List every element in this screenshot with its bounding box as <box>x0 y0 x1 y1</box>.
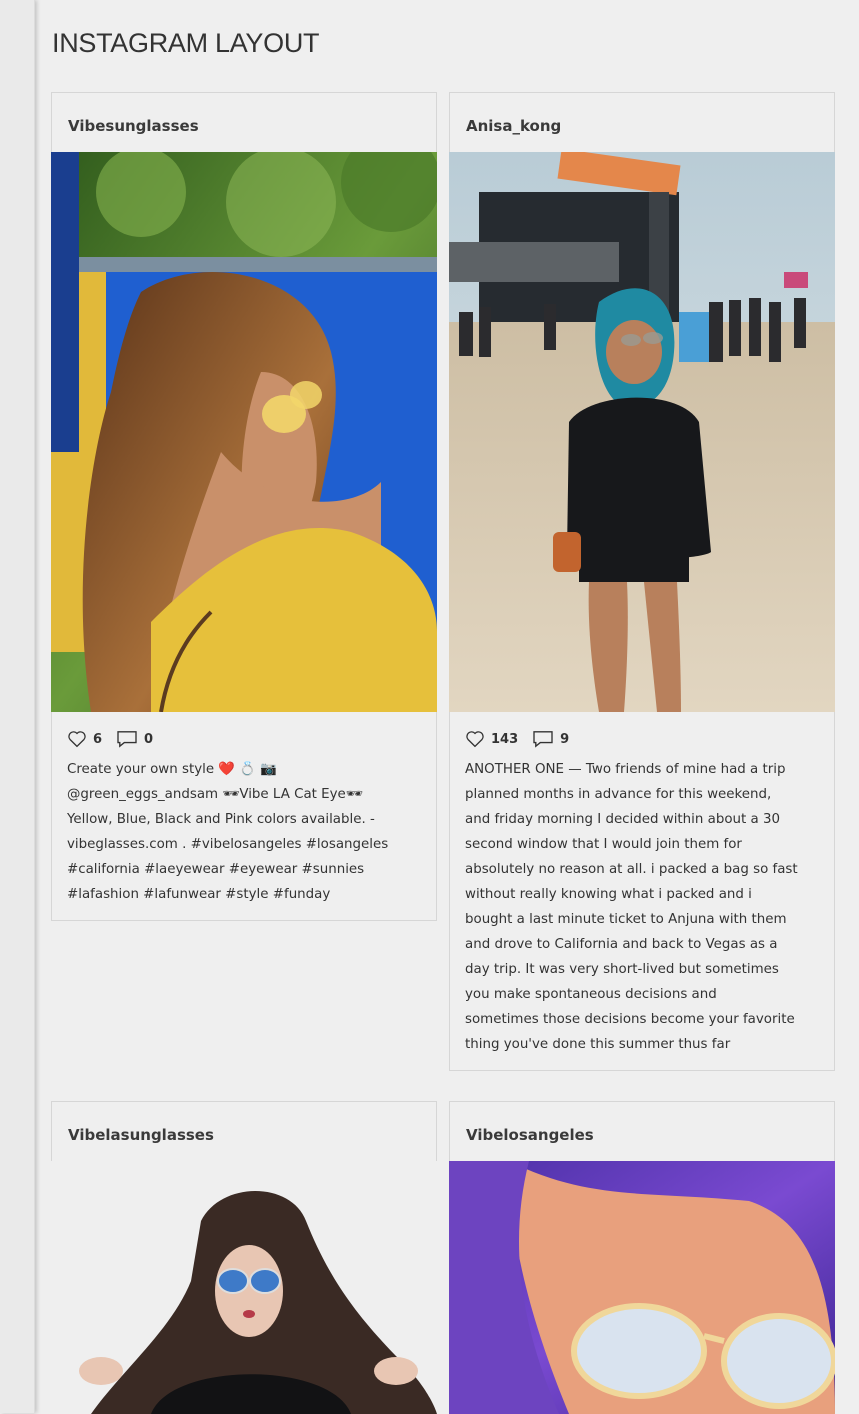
post-username[interactable]: Vibelasunglasses <box>68 1126 214 1144</box>
post-stats: 143 9 <box>450 712 834 749</box>
post-username[interactable]: Anisa_kong <box>466 117 561 135</box>
post-card: Anisa_kong 143 9 ANOTHER ONE — Two frien… <box>449 92 835 1071</box>
post-caption: Create your own style ❤️ 💍 📷 @green_eggs… <box>67 762 389 902</box>
page-title: INSTAGRAM LAYOUT <box>52 28 320 58</box>
post-card: Vibelosangeles <box>449 1101 835 1414</box>
post-header: Anisa_kong <box>450 93 834 152</box>
heart-icon[interactable] <box>67 730 87 748</box>
comment-icon[interactable] <box>116 730 138 748</box>
post-photo[interactable] <box>449 1161 835 1414</box>
post-header: Vibesunglasses <box>52 93 436 152</box>
like-count: 143 <box>491 731 519 747</box>
post-photo[interactable] <box>449 152 835 712</box>
comment-count: 0 <box>144 731 154 747</box>
post-photo[interactable] <box>51 1161 437 1414</box>
like-count: 6 <box>93 731 103 747</box>
post-header: Vibelosangeles <box>450 1102 834 1161</box>
post-username[interactable]: Vibesunglasses <box>68 117 199 135</box>
post-header: Vibelasunglasses <box>52 1102 436 1161</box>
post-stats: 6 0 <box>52 712 436 749</box>
comment-icon[interactable] <box>532 730 554 748</box>
post-caption: ANOTHER ONE — Two friends of mine had a … <box>465 762 798 1052</box>
sidebar <box>0 0 35 1413</box>
post-card: Vibesunglasses 6 0 Create your own style… <box>51 92 437 921</box>
post-username[interactable]: Vibelosangeles <box>466 1126 594 1144</box>
post-photo[interactable] <box>51 152 437 712</box>
post-card: Vibelasunglasses <box>51 1101 437 1414</box>
heart-icon[interactable] <box>465 730 485 748</box>
comment-count: 9 <box>560 731 570 747</box>
